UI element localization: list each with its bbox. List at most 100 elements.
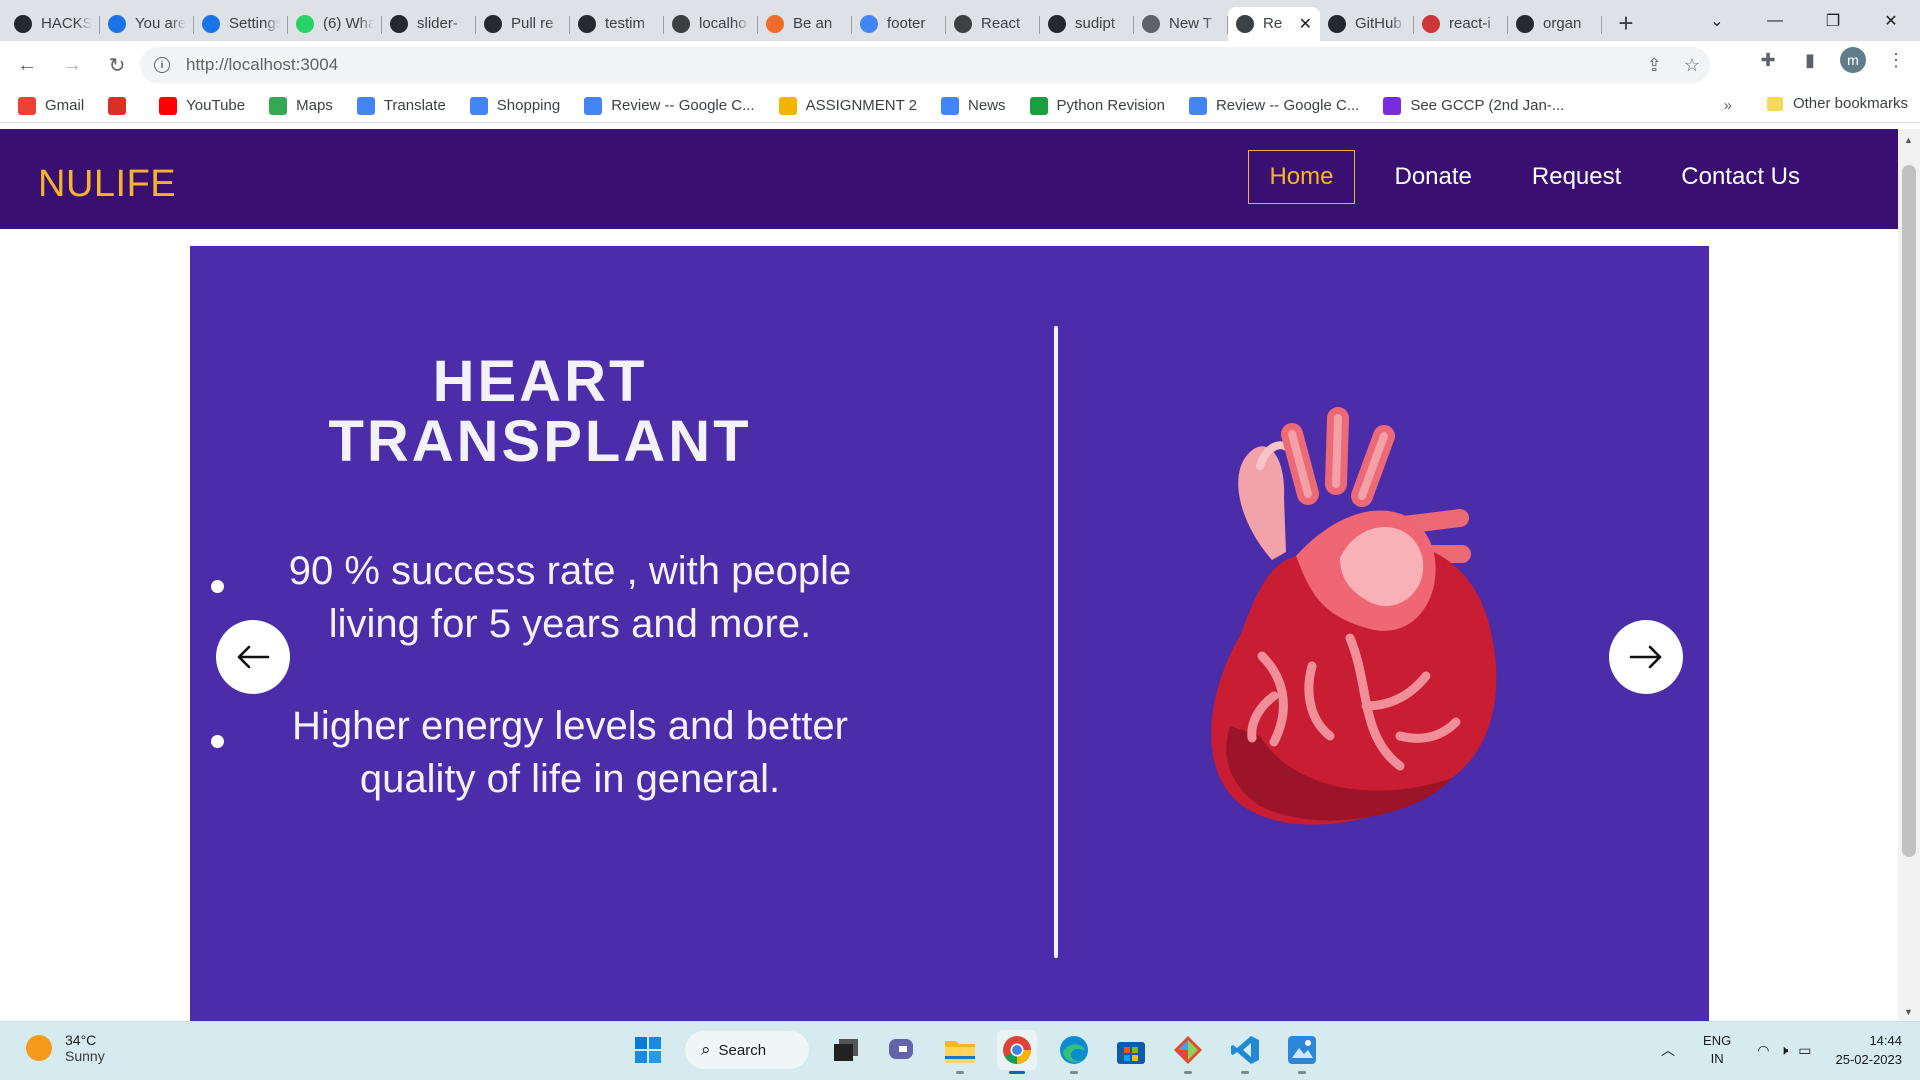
file-explorer-icon[interactable] [940, 1030, 980, 1074]
chevron-up-icon[interactable]: ︿ [1661, 1040, 1675, 1060]
tab-active[interactable]: Re ✕ [1228, 6, 1320, 41]
battery-icon[interactable]: ▭ [1798, 1042, 1811, 1059]
scrollbar-thumb[interactable] [1902, 165, 1916, 857]
bookmark-item[interactable]: Python Revision [1029, 96, 1165, 115]
back-icon[interactable]: ← [9, 47, 45, 83]
browser-tab[interactable]: sudipt [1040, 7, 1134, 41]
tab-title: localho [699, 15, 747, 32]
carousel-next-button[interactable] [1609, 620, 1683, 694]
browser-tab[interactable]: (6) What [288, 7, 382, 41]
bookmark-item[interactable]: Shopping [469, 96, 560, 115]
chrome-icon [1142, 14, 1160, 33]
new-tab-button[interactable]: + [1608, 5, 1644, 41]
address-bar[interactable]: i http://localhost:3004 ⇪ ☆ [140, 47, 1710, 83]
arrow-right-icon [1629, 645, 1662, 669]
restore-icon[interactable]: ❐ [1804, 0, 1862, 41]
tab-search-icon[interactable]: ⌄ [1688, 0, 1746, 41]
bookmark-item[interactable]: News [941, 96, 1006, 115]
url-text[interactable]: http://localhost:3004 [186, 55, 338, 75]
other-bookmarks-folder[interactable]: Other bookmarks [1766, 95, 1908, 112]
speaker-muted-icon[interactable]: 🕨 [1779, 1042, 1788, 1059]
forward-icon[interactable]: → [54, 47, 90, 83]
tab-title: React [981, 15, 1021, 32]
browser-tab[interactable]: React [946, 7, 1040, 41]
temperature-label: 34°C [65, 1032, 97, 1048]
react-icon [1236, 14, 1254, 33]
vscode-icon[interactable] [1225, 1030, 1265, 1074]
teams-chat-icon[interactable] [883, 1030, 923, 1070]
browser-tab[interactable]: slider- [382, 7, 476, 41]
site-info-icon[interactable]: i [154, 57, 170, 73]
weather-widget[interactable]: 34°C Sunny [26, 1032, 105, 1064]
clock[interactable]: 14:44 25-02-2023 [1836, 1031, 1903, 1069]
browser-tab[interactable]: Settings [194, 7, 288, 41]
bookmark-item[interactable]: Maps [269, 96, 333, 115]
scroll-up-icon[interactable]: ▲ [1904, 135, 1913, 145]
code-icon [1383, 96, 1402, 115]
bookmark-star-icon[interactable]: ☆ [1684, 55, 1700, 76]
windows-start-icon[interactable] [628, 1030, 668, 1070]
browser-tab[interactable]: GitHub [1320, 7, 1414, 41]
taskbar-search[interactable]: ⌕ Search [685, 1031, 809, 1069]
bookmark-item[interactable] [108, 96, 135, 115]
microsoft-store-icon[interactable] [1111, 1030, 1151, 1070]
bookmark-item[interactable]: Review -- Google C... [1188, 96, 1359, 115]
tab-title: slider- [417, 15, 458, 32]
tab-list: HACKS You are Settings (6) What slider- Pull … [0, 0, 1602, 41]
browser-tab[interactable]: You are [100, 7, 194, 41]
browser-tab[interactable]: Pull re [476, 7, 570, 41]
page-viewport: NULIFE Home Donate Request Contact Us HEART… [0, 124, 1920, 1021]
photos-icon[interactable] [1282, 1030, 1322, 1074]
bookmarks-overflow-button[interactable]: » [1724, 97, 1732, 114]
tab-title: testim [605, 15, 646, 32]
browser-tab[interactable]: Be an [758, 7, 852, 41]
chrome-icon[interactable] [997, 1030, 1037, 1074]
slide-title-line-2: TRANSPLANT [328, 409, 752, 474]
npm-icon [1422, 14, 1440, 33]
language-indicator[interactable]: ENG IN [1703, 1032, 1731, 1068]
browser-tab[interactable]: testim [570, 7, 664, 41]
browser-tab[interactable]: footer [852, 7, 946, 41]
nav-link-donate[interactable]: Donate [1375, 150, 1492, 204]
carousel-prev-button[interactable] [216, 620, 290, 694]
gmail-icon [18, 96, 36, 115]
slide-title: HEART TRANSPLANT [190, 352, 890, 472]
side-panel-icon[interactable]: ▮ [1798, 48, 1822, 72]
close-tab-icon[interactable]: ✕ [1299, 14, 1312, 34]
edge-icon[interactable] [1054, 1030, 1094, 1074]
reload-icon[interactable]: ↻ [99, 47, 135, 83]
tab-title: GitHub [1355, 15, 1402, 32]
task-view-icon[interactable] [826, 1030, 866, 1070]
browser-tab[interactable]: New T [1134, 7, 1228, 41]
share-icon[interactable]: ⇪ [1647, 55, 1662, 76]
bullet-item-energy-levels: Higher energy levels and better quality … [250, 700, 890, 806]
wifi-icon[interactable]: ◠ [1757, 1042, 1769, 1059]
bookmark-item[interactable]: See GCCP (2nd Jan-... [1383, 96, 1564, 115]
minimize-icon[interactable]: — [1746, 0, 1804, 41]
browser-tab[interactable]: localho [664, 7, 758, 41]
github-icon [1328, 14, 1346, 33]
extensions-icon[interactable]: ✚ [1756, 48, 1780, 72]
bookmark-item[interactable]: Translate [356, 96, 446, 115]
bookmark-item[interactable]: Review -- Google C... [584, 96, 755, 115]
profile-avatar[interactable]: m [1840, 47, 1866, 73]
browser-tab[interactable]: organ [1508, 7, 1602, 41]
tab-title: (6) What [323, 15, 374, 32]
nav-links: Home Donate Request Contact Us [1228, 150, 1820, 204]
nav-link-request[interactable]: Request [1512, 150, 1641, 204]
bullet-item-success-rate: 90 % success rate , with people living f… [250, 545, 890, 651]
taskbar-apps: ⌕ Search [628, 1030, 1322, 1074]
close-window-icon[interactable]: ✕ [1862, 0, 1920, 41]
menu-kebab-icon[interactable]: ⋮ [1884, 48, 1908, 72]
nav-link-home[interactable]: Home [1248, 150, 1355, 204]
git-client-icon[interactable] [1168, 1030, 1208, 1074]
browser-tab[interactable]: react-i [1414, 7, 1508, 41]
browser-tab[interactable]: HACKS [6, 7, 100, 41]
nav-link-contact-us[interactable]: Contact Us [1661, 150, 1820, 204]
bookmark-item[interactable]: Gmail [18, 96, 84, 115]
bookmark-item[interactable]: YouTube [159, 96, 245, 115]
scroll-down-icon[interactable]: ▼ [1904, 1007, 1913, 1017]
site-logo[interactable]: NULIFE [38, 163, 176, 206]
bookmark-item[interactable]: ASSIGNMENT 2 [778, 96, 917, 115]
page-scrollbar[interactable]: ▲ ▼ [1898, 129, 1920, 1021]
